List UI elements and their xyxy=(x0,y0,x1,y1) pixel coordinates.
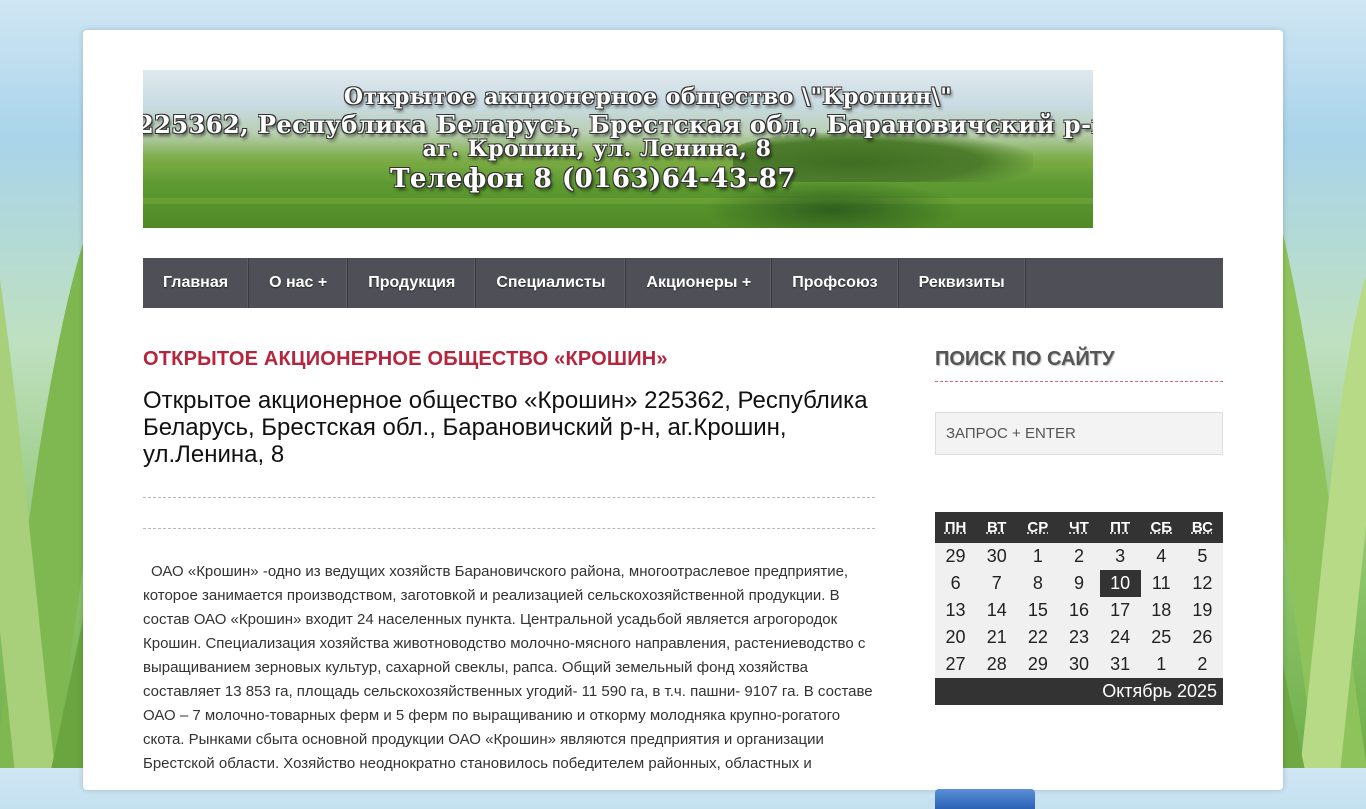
calendar-weekday: ПН xyxy=(935,512,977,543)
calendar-day[interactable]: 19 xyxy=(1181,597,1223,624)
calendar-week-row: 13 14 15 16 17 18 19 xyxy=(935,597,1223,624)
calendar-day[interactable]: 14 xyxy=(976,597,1018,624)
post-title[interactable]: Открытое акционерное общество «Крошин» xyxy=(143,348,875,371)
main-navigation: Главная О нас + Продукция Специалисты Ак… xyxy=(143,258,1223,308)
banner-company-name: Открытое акционерное общество \"Крошин\" xyxy=(343,84,953,110)
calendar-day[interactable]: 6 xyxy=(935,570,977,597)
nav-item-home[interactable]: Главная xyxy=(143,258,250,308)
main-content: Открытое акционерное общество «Крошин» О… xyxy=(143,348,875,776)
nav-item-specialists[interactable]: Специалисты xyxy=(476,258,627,308)
divider xyxy=(143,497,875,498)
calendar-weekday: ПТ xyxy=(1099,512,1141,543)
calendar-day[interactable]: 1 xyxy=(1017,543,1059,570)
sidebar: Поиск по сайту ПН ВТ СР ЧТ ПТ СБ ВС 29 3… xyxy=(935,348,1223,809)
calendar-day[interactable]: 26 xyxy=(1181,624,1223,651)
calendar-day[interactable]: 4 xyxy=(1140,543,1182,570)
calendar-week-row: 27 28 29 30 31 1 2 xyxy=(935,651,1223,678)
calendar-week-row: 29 30 1 2 3 4 5 xyxy=(935,543,1223,570)
nav-item-shareholders[interactable]: Акционеры + xyxy=(626,258,773,308)
nav-item-about[interactable]: О нас + xyxy=(249,258,349,308)
calendar-day[interactable]: 11 xyxy=(1140,570,1182,597)
background-grass-left xyxy=(0,0,90,768)
divider xyxy=(143,528,875,529)
sidebar-widget-button[interactable] xyxy=(935,789,1035,809)
banner-street-line: аг. Крошин, ул. Ленина, 8 xyxy=(422,136,772,162)
calendar-day[interactable]: 20 xyxy=(935,624,977,651)
calendar-day[interactable]: 23 xyxy=(1058,624,1100,651)
calendar-header-row: ПН ВТ СР ЧТ ПТ СБ ВС xyxy=(935,512,1223,543)
calendar-weekday: СБ xyxy=(1140,512,1182,543)
calendar-weekday: ЧТ xyxy=(1058,512,1100,543)
nav-item-trade-union[interactable]: Профсоюз xyxy=(772,258,899,308)
nav-item-products[interactable]: Продукция xyxy=(348,258,477,308)
search-input[interactable] xyxy=(935,412,1223,455)
search-widget-title: Поиск по сайту xyxy=(935,348,1223,382)
calendar-widget: ПН ВТ СР ЧТ ПТ СБ ВС 29 30 1 2 3 4 5 6 7… xyxy=(935,512,1223,705)
calendar-day[interactable]: 31 xyxy=(1099,651,1141,678)
calendar-day[interactable]: 29 xyxy=(935,543,977,570)
calendar-day[interactable]: 25 xyxy=(1140,624,1182,651)
calendar-day[interactable]: 2 xyxy=(1181,651,1223,678)
header-banner[interactable]: Открытое акционерное общество \"Крошин\"… xyxy=(143,70,1093,228)
calendar-weekday: СР xyxy=(1017,512,1059,543)
calendar-week-row: 20 21 22 23 24 25 26 xyxy=(935,624,1223,651)
calendar-day[interactable]: 21 xyxy=(976,624,1018,651)
calendar-weekday: ВТ xyxy=(976,512,1018,543)
calendar-caption-row: Октябрь 2025 xyxy=(935,678,1223,705)
calendar-day[interactable]: 30 xyxy=(1058,651,1100,678)
nav-item-requisites[interactable]: Реквизиты xyxy=(899,258,1026,308)
post-address: Открытое акционерное общество «Крошин» 2… xyxy=(143,387,868,468)
calendar-day[interactable]: 29 xyxy=(1017,651,1059,678)
calendar-week-row: 6 7 8 9 10 11 12 xyxy=(935,570,1223,597)
calendar-day[interactable]: 3 xyxy=(1099,543,1141,570)
calendar-day[interactable]: 5 xyxy=(1181,543,1223,570)
banner-address-line: 225362, Республика Беларусь, Брестская о… xyxy=(143,110,1093,139)
calendar-day[interactable]: 7 xyxy=(976,570,1018,597)
calendar-day[interactable]: 12 xyxy=(1181,570,1223,597)
calendar-day[interactable]: 22 xyxy=(1017,624,1059,651)
calendar-month-caption: Октябрь 2025 xyxy=(935,678,1223,705)
calendar-day[interactable]: 15 xyxy=(1017,597,1059,624)
calendar-day[interactable]: 8 xyxy=(1017,570,1059,597)
calendar-day[interactable]: 17 xyxy=(1099,597,1141,624)
background-grass-right xyxy=(1276,0,1366,768)
calendar-day[interactable]: 27 xyxy=(935,651,977,678)
calendar-day[interactable]: 24 xyxy=(1099,624,1141,651)
calendar-day[interactable]: 16 xyxy=(1058,597,1100,624)
calendar-day[interactable]: 30 xyxy=(976,543,1018,570)
post-body-text: ОАО «Крошин» -одно из ведущих хозяйств Б… xyxy=(143,563,873,772)
calendar-day[interactable]: 2 xyxy=(1058,543,1100,570)
calendar-day[interactable]: 9 xyxy=(1058,570,1100,597)
calendar-day[interactable]: 1 xyxy=(1140,651,1182,678)
calendar-day[interactable]: 28 xyxy=(976,651,1018,678)
banner-phone: Телефон 8 (0163)64-43-87 xyxy=(390,164,796,194)
calendar-day[interactable]: 18 xyxy=(1140,597,1182,624)
calendar-day[interactable]: 13 xyxy=(935,597,977,624)
calendar-day-today[interactable]: 10 xyxy=(1099,570,1141,597)
page-container: Открытое акционерное общество \"Крошин\"… xyxy=(83,30,1283,809)
calendar-weekday: ВС xyxy=(1181,512,1223,543)
